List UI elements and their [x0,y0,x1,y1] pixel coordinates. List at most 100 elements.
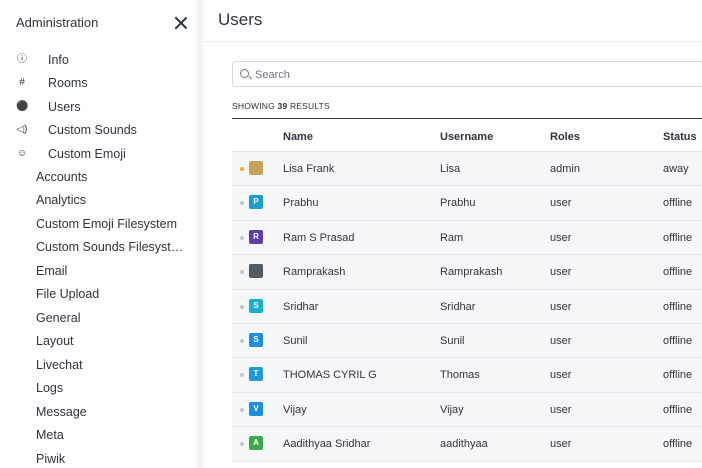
role-cell: user [550,231,572,244]
role-cell: user [550,300,572,313]
results-prefix: SHOWING [232,101,275,111]
sidebar-item-file-upload[interactable]: File Upload [0,283,197,307]
sidebar-item-email[interactable]: Email [0,259,197,283]
role-cell: user [550,403,572,416]
emoji-icon: ☺ [16,147,28,159]
username-cell: aadithyaa [440,438,488,451]
users-table: Name Username Roles Status Lisa Frank Lis… [232,118,702,462]
sidebar-item-custom-emoji[interactable]: ☺ Custom Emoji [0,142,197,166]
user-name-cell: Lisa Frank [283,163,335,175]
user-name-cell: Ram S Prasad [283,231,355,244]
results-number: 39 [277,101,288,111]
column-header-roles[interactable]: Roles [550,131,580,143]
sidebar-main-nav: ⓘ Info # Rooms ⚫ Users ◁) Custom Sounds … [0,48,197,166]
username-cell: Sridhar [440,300,476,313]
user-name-cell: THOMAS CYRIL G [283,369,377,382]
avatar: A [249,436,263,451]
username-cell: Ram [440,231,464,244]
sidebar-item-layout[interactable]: Layout [0,330,197,354]
role-cell: user [550,369,572,382]
search-box[interactable] [232,61,702,87]
user-name-cell: Aadithyaa Sridhar [283,438,371,451]
results-suffix: RESULTS [289,101,330,111]
role-cell: user [550,334,572,347]
table-row[interactable]: Lisa Frank Lisa admin away [232,152,702,187]
sidebar-item-label: Users [48,99,81,114]
avatar: T [249,367,263,382]
user-name-cell: Sunil [283,334,308,347]
page-header: Users [203,0,702,42]
status-cell: away [663,163,689,175]
status-dot [240,201,244,206]
username-cell: Thomas [440,369,480,382]
status-cell: offline [663,197,693,210]
user-name-cell: Vijay [283,403,307,416]
table-row[interactable]: A Aadithyaa Sridhar aadithyaa user offline [232,427,702,462]
user-name-cell: Ramprakash [283,266,346,279]
sidebar-item-message[interactable]: Message [0,400,197,424]
table-body: Lisa Frank Lisa admin away P Prabhu Prabhu user… [232,152,702,462]
avatar: R [249,229,263,244]
table-row[interactable]: V Vijay Vijay user offline [232,392,702,428]
status-dot [240,235,244,240]
sidebar-item-custom-emoji-filesystem[interactable]: Custom Emoji Filesystem [0,212,197,236]
team-icon: ⚫ [16,100,29,112]
status-dot [240,167,244,171]
sidebar-item-users[interactable]: ⚫ Users [0,95,197,119]
sidebar-item-custom-sounds-filesystem[interactable]: Custom Sounds Filesyst… [0,236,197,260]
column-header-status[interactable]: Status [663,131,697,143]
status-cell: offline [663,369,693,382]
table-row[interactable]: P Prabhu Prabhu user offline [232,186,702,221]
username-cell: Lisa [440,163,461,175]
username-cell: Sunil [440,334,465,347]
status-cell: offline [663,266,693,279]
status-dot [240,442,244,447]
sidebar-item-label: Custom Emoji [48,146,126,161]
close-icon[interactable] [173,15,189,31]
sidebar-item-piwik[interactable]: Piwik [0,447,197,468]
hash-icon: # [19,77,25,89]
status-cell: offline [663,403,693,416]
info-icon: ⓘ [17,53,27,65]
username-cell: Vijay [440,403,464,416]
role-cell: user [550,438,572,451]
status-cell: offline [663,231,693,244]
sidebar-item-accounts[interactable]: Accounts [0,165,197,189]
username-cell: Ramprakash [440,266,503,279]
avatar: S [249,298,263,313]
role-cell: admin [550,163,580,175]
sidebar-item-rooms[interactable]: # Rooms [0,72,197,96]
status-dot [240,373,244,378]
sidebar-item-general[interactable]: General [0,306,197,330]
search-input[interactable] [255,67,695,83]
table-row[interactable]: R Ram S Prasad Ram user offline [232,220,702,256]
results-count: SHOWING 39 RESULTS [232,101,330,111]
table-row[interactable]: Ramprakash Ramprakash user offline [232,255,702,290]
sidebar-item-label: Rooms [48,76,88,91]
sidebar-item-livechat[interactable]: Livechat [0,353,197,377]
status-cell: offline [663,334,693,347]
user-name-cell: Prabhu [283,197,319,210]
column-header-username[interactable]: Username [440,131,493,143]
sidebar-item-label: Custom Sounds [48,123,137,138]
avatar [249,161,263,175]
volume-icon: ◁) [16,124,28,136]
sidebar-item-logs[interactable]: Logs [0,377,197,401]
sidebar-item-meta[interactable]: Meta [0,424,197,448]
sidebar-item-info[interactable]: ⓘ Info [0,48,197,72]
sidebar-item-analytics[interactable]: Analytics [0,189,197,213]
table-row[interactable]: S Sunil Sunil user offline [232,323,702,359]
sidebar-item-label: Info [48,52,69,67]
page-title: Users [218,10,263,29]
sidebar-item-custom-sounds[interactable]: ◁) Custom Sounds [0,119,197,143]
role-cell: user [550,266,572,279]
sidebar-header: Administration [16,14,188,34]
avatar: P [249,195,263,210]
column-header-name[interactable]: Name [283,131,313,143]
role-cell: user [550,197,572,210]
table-row[interactable]: T THOMAS CYRIL G Thomas user offline [232,358,702,393]
status-dot [240,270,244,275]
table-row[interactable]: S Sridhar Sridhar user offline [232,289,702,324]
username-cell: Prabhu [440,197,476,210]
status-dot [240,407,244,412]
